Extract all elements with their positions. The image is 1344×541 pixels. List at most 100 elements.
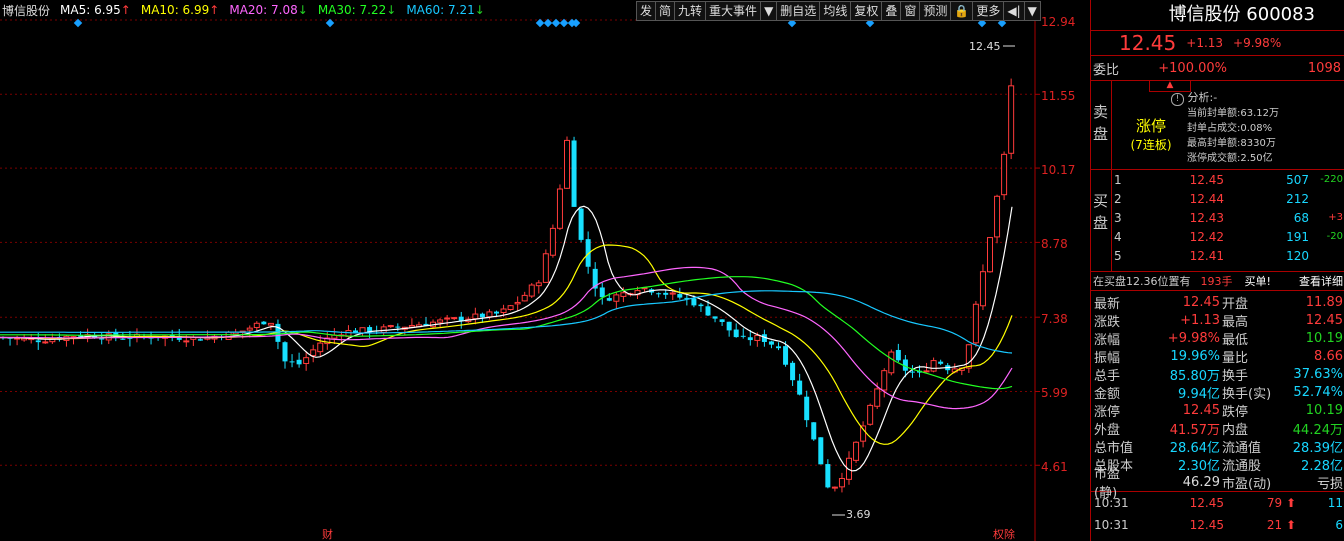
buy-note: 在买盘12.36位置有 xyxy=(1093,275,1191,288)
candle-body-down xyxy=(895,349,901,361)
view-detail-link[interactable]: 查看详细 xyxy=(1299,273,1344,289)
stat-row: 涨跌 +1.13 最高 12.45 xyxy=(1091,311,1344,330)
toolbar-button-9[interactable]: 窗 xyxy=(900,1,921,21)
tick-price: 12.45 xyxy=(1189,496,1224,510)
candle-body-up xyxy=(437,319,444,323)
candle-body-down xyxy=(261,321,267,325)
stat-value: +9.98% xyxy=(1167,330,1220,346)
candle-body-up xyxy=(979,271,986,307)
candle-body-down xyxy=(783,346,789,365)
tick-row: 10:31 12.45 21 ⬆ 6 xyxy=(1091,514,1344,536)
toolbar-button-2[interactable]: 九转 xyxy=(674,1,707,21)
stat-row: 振幅 19.96% 量比 8.66 xyxy=(1091,347,1344,366)
candle-body-down xyxy=(197,339,203,341)
stat-key2: 跌停 xyxy=(1222,404,1249,420)
level-num: 5 xyxy=(1114,248,1122,263)
candle-body-up xyxy=(860,425,867,442)
buy-level-row[interactable]: 3 12.43 68 +3 xyxy=(1112,208,1344,227)
ma60-label: MA60: 7.21↓ xyxy=(406,3,485,17)
toolbar-button-5[interactable]: 删自选 xyxy=(776,1,821,21)
candle-body-up xyxy=(535,282,542,287)
toolbar-button-7[interactable]: 复权 xyxy=(850,1,883,21)
toolbar-button-8[interactable]: 叠 xyxy=(881,1,902,21)
candle-body-up xyxy=(669,292,676,295)
candle-body-up xyxy=(965,344,972,369)
candle-body-down xyxy=(479,313,485,318)
candle-body-up xyxy=(303,357,310,364)
candle-body-down xyxy=(818,437,824,465)
candle-body-up xyxy=(556,188,563,229)
level-price: 12.42 xyxy=(1189,229,1224,244)
analysis-title: ! 分析:- xyxy=(1171,89,1217,106)
candle-body-down xyxy=(698,304,704,307)
toolbar-button-6[interactable]: 均线 xyxy=(819,1,852,21)
buy-level-row[interactable]: 1 12.45 507 -220 xyxy=(1112,170,1344,189)
candle-body-down xyxy=(825,464,831,488)
candle-body-down xyxy=(747,337,753,341)
candle-body-down xyxy=(120,338,126,340)
stat-key: 总市值 xyxy=(1094,440,1134,456)
weibi-row: 委比 +100.00% 1098 xyxy=(1091,55,1344,80)
tick-volume: 79 ⬆ xyxy=(1266,496,1296,510)
kline-chart[interactable]: 博信股份 MA5: 6.95↑ MA10: 6.99↑ MA20: 7.08↓ … xyxy=(0,0,1090,541)
ma10-label: MA10: 6.99↑ xyxy=(140,3,220,17)
candle-body-up xyxy=(542,253,549,283)
toolbar-button-3[interactable]: 重大事件 xyxy=(705,1,762,21)
candle-body-up xyxy=(253,322,260,329)
stat-key2: 流通值 xyxy=(1222,440,1262,456)
ma5-label: MA5: 6.95↑ xyxy=(60,3,131,17)
stat-value2: 亏损 xyxy=(1316,476,1343,492)
kline-svg[interactable] xyxy=(0,0,1090,541)
stat-value: 12.45 xyxy=(1182,294,1220,310)
last-price: 12.45 xyxy=(1119,31,1177,55)
high-price-annotation: 12.45 xyxy=(969,40,1001,53)
toolbar-button-14[interactable]: ▼ xyxy=(1023,1,1041,21)
candle-body-up xyxy=(881,370,888,391)
candle-body-up xyxy=(1001,153,1008,196)
candle-body-down xyxy=(705,306,711,316)
buy-level-row[interactable]: 4 12.42 191 -20 xyxy=(1112,227,1344,246)
stat-value2: 10.19 xyxy=(1305,330,1343,346)
candle-body-down xyxy=(99,338,105,340)
toolbar-button-12[interactable]: 更多 xyxy=(972,1,1005,21)
toolbar-button-13[interactable]: ◀| xyxy=(1003,1,1025,21)
buy-level-row[interactable]: 5 12.41 120 xyxy=(1112,246,1344,265)
toolbar-button-10[interactable]: 预测 xyxy=(919,1,952,21)
level-volume: 212 xyxy=(1286,191,1309,206)
toolbar-button-0[interactable]: 发 xyxy=(636,1,657,21)
candle-body-up xyxy=(514,301,521,305)
price-change: +1.13 xyxy=(1186,36,1224,50)
stat-value: 9.94亿 xyxy=(1178,386,1220,402)
stat-value2: 28.39亿 xyxy=(1292,440,1343,456)
ma60-line xyxy=(0,290,1013,354)
level-change: -220 xyxy=(1320,174,1343,185)
toolbar-button-11[interactable]: 🔒 xyxy=(950,1,974,21)
candle-body-down xyxy=(494,311,499,314)
toolbar-button-4[interactable]: ▼ xyxy=(760,1,778,21)
candle-body-up xyxy=(987,237,993,273)
finance-marker[interactable]: 财 xyxy=(322,526,333,541)
level-price: 12.45 xyxy=(1189,172,1224,187)
candle-body-up xyxy=(267,322,274,326)
analysis-lines: 当前封单额:63.12万 封单占成交:0.08% 最高封单额:8330万 涨停成… xyxy=(1187,108,1279,164)
candle-body-up xyxy=(225,331,232,340)
candle-body-up xyxy=(380,326,387,333)
ma10-line xyxy=(0,244,1013,445)
low-price-annotation: 3.69 xyxy=(846,508,871,521)
level-volume: 191 xyxy=(1286,229,1309,244)
toolbar-button-1[interactable]: 简 xyxy=(655,1,676,21)
candle-body-down xyxy=(606,298,612,301)
level-price: 12.41 xyxy=(1189,248,1224,263)
buy-level-row[interactable]: 2 12.44 212 xyxy=(1112,189,1344,208)
candle-body-down xyxy=(395,326,401,328)
ma20-label: MA20: 7.08↓ xyxy=(229,3,308,17)
stat-value2: 11.89 xyxy=(1305,294,1343,310)
candle-body-up xyxy=(310,349,317,357)
candle-body-down xyxy=(712,316,718,319)
candle-body-down xyxy=(571,140,577,207)
level-num: 4 xyxy=(1114,229,1122,244)
candle-body-up xyxy=(831,486,838,489)
y-tick-label: 8.78 xyxy=(1041,237,1068,251)
exright-marker[interactable]: 权除 xyxy=(993,526,1015,541)
price-line: 12.45 +1.13 +9.98% xyxy=(1091,30,1344,55)
